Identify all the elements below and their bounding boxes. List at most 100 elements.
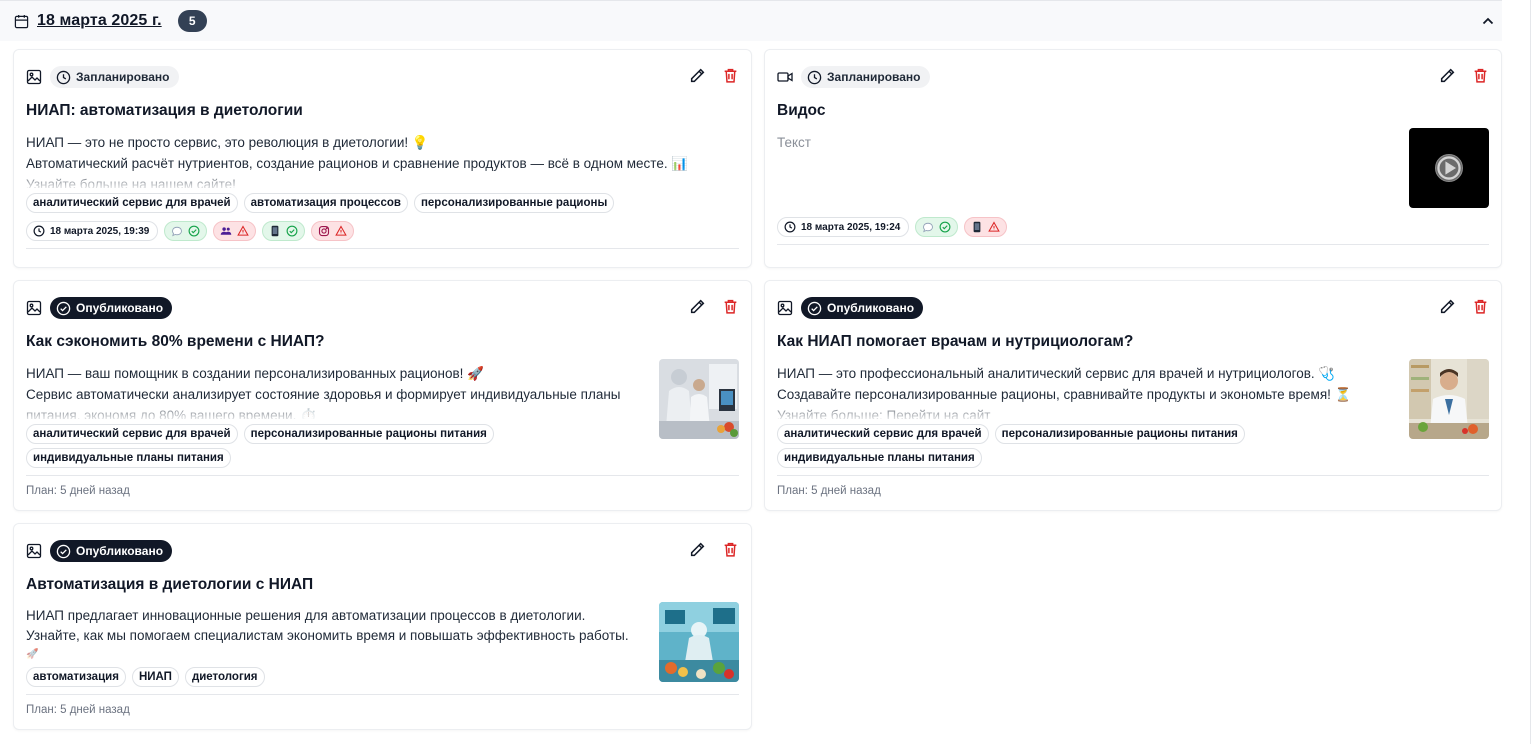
tag: автоматизация <box>26 667 126 687</box>
trash-icon <box>1474 299 1487 314</box>
post-card[interactable]: Опубликовано Как сэкономить 80% времени … <box>13 280 752 511</box>
check-circle-icon <box>188 225 200 237</box>
divider <box>26 694 739 695</box>
users-icon <box>221 227 232 235</box>
pencil-icon <box>690 542 705 557</box>
image-icon <box>26 543 42 559</box>
delete-button[interactable] <box>1472 67 1489 84</box>
delete-button[interactable] <box>722 67 739 84</box>
doctor-photo <box>1409 359 1489 439</box>
post-card[interactable]: Опубликовано Автоматизация в диетологии … <box>13 523 752 730</box>
clock-icon <box>56 70 71 84</box>
chat-icon <box>172 226 183 237</box>
delete-button[interactable] <box>722 541 739 558</box>
tag: персонализированные рационы питания <box>994 424 1245 444</box>
phone-icon <box>271 225 279 237</box>
network-status-instagram[interactable] <box>311 221 355 241</box>
clock-icon <box>784 221 796 233</box>
play-button[interactable] <box>1435 154 1463 182</box>
tag: диетология <box>184 667 265 687</box>
image-icon <box>26 300 42 316</box>
divider <box>26 248 739 249</box>
network-status-phone[interactable] <box>964 217 1008 237</box>
pencil-icon <box>1440 68 1455 83</box>
edit-button[interactable] <box>1439 67 1456 84</box>
image-icon <box>777 300 793 316</box>
tag: автоматизация процессов <box>243 193 408 213</box>
delete-button[interactable] <box>722 298 739 315</box>
status-badge: Опубликовано <box>801 297 924 319</box>
post-card[interactable]: Запланировано НИАП: автоматизация в диет… <box>13 49 752 268</box>
trash-icon <box>724 542 737 557</box>
post-title: НИАП: автоматизация в диетологии <box>26 102 303 119</box>
pencil-icon <box>690 299 705 314</box>
status-label: Опубликовано <box>76 544 164 558</box>
post-text: НИАП — ваш помощник в создании персонали… <box>26 366 621 419</box>
edit-button[interactable] <box>689 298 706 315</box>
trash-icon <box>724 68 737 83</box>
chevron-up-icon[interactable] <box>1480 13 1496 29</box>
post-title: Как НИАП помогает врачам и нутрициологам… <box>777 333 1134 350</box>
tag: персонализированные рационы питания <box>243 424 494 444</box>
status-badge: Запланировано <box>801 66 930 88</box>
date-group-header[interactable]: 18 марта 2025 г. 5 <box>0 0 1502 41</box>
network-status-chat[interactable] <box>164 221 208 241</box>
post-count-badge: 5 <box>177 10 207 32</box>
warning-icon <box>335 225 348 236</box>
post-title: Автоматизация в диетологии с НИАП <box>26 576 314 593</box>
tag: аналитический сервис для врачей <box>26 424 238 444</box>
check-circle-icon <box>807 301 822 315</box>
divider <box>777 244 1489 245</box>
automation-photo <box>659 602 739 682</box>
post-card[interactable]: Опубликовано Как НИАП помогает врачам и … <box>764 280 1502 511</box>
pencil-icon <box>690 68 705 83</box>
post-card[interactable]: Запланировано Видос Текст 18 марта 2025,… <box>764 49 1502 268</box>
scheduled-time: 18 марта 2025, 19:39 <box>26 221 159 241</box>
post-title: Видос <box>777 102 826 119</box>
image-icon <box>26 69 42 85</box>
post-text-placeholder: Текст <box>777 135 811 150</box>
lab-photo <box>659 359 739 439</box>
divider <box>777 475 1489 476</box>
plan-info: План: 5 дней назад <box>777 485 881 497</box>
trash-icon <box>724 299 737 314</box>
tag: персонализированные рационы <box>413 193 615 213</box>
video-icon <box>777 72 793 82</box>
network-status-phone[interactable] <box>262 221 306 241</box>
post-image[interactable] <box>1409 359 1489 439</box>
trash-icon <box>1474 68 1487 83</box>
status-label: Опубликовано <box>76 301 164 315</box>
delete-button[interactable] <box>1472 298 1489 315</box>
status-label: Запланировано <box>827 70 921 84</box>
status-badge: Опубликовано <box>50 297 173 319</box>
group-date-link[interactable]: 18 марта 2025 г. <box>37 12 162 30</box>
clock-icon <box>807 70 822 84</box>
instagram-icon <box>319 225 330 237</box>
edit-button[interactable] <box>689 541 706 558</box>
plan-info: План: 5 дней назад <box>26 704 130 716</box>
phone-icon <box>973 221 981 233</box>
check-circle-icon <box>56 301 71 315</box>
edit-button[interactable] <box>1439 298 1456 315</box>
clock-icon <box>33 225 45 237</box>
post-image[interactable] <box>659 359 739 439</box>
chat-icon <box>923 222 934 233</box>
post-image[interactable] <box>659 602 739 682</box>
tag: индивидуальные планы питания <box>777 448 982 468</box>
post-text: НИАП — это профессиональный аналитически… <box>777 366 1352 419</box>
check-circle-icon <box>939 221 951 233</box>
status-label: Запланировано <box>76 70 170 84</box>
status-badge: Запланировано <box>50 66 179 88</box>
warning-icon <box>988 221 1001 232</box>
scrollbar[interactable] <box>1527 0 1535 744</box>
tag: аналитический сервис для врачей <box>777 424 989 444</box>
edit-button[interactable] <box>689 67 706 84</box>
video-preview[interactable] <box>1409 128 1489 208</box>
check-circle-icon <box>286 225 298 237</box>
post-text: НИАП предлагает инновационные решения дл… <box>26 608 629 660</box>
network-status-community[interactable] <box>213 221 257 241</box>
warning-icon <box>237 225 250 236</box>
scheduled-time: 18 марта 2025, 19:24 <box>777 217 910 237</box>
network-status-chat[interactable] <box>915 217 959 237</box>
tag: индивидуальные планы питания <box>26 448 231 468</box>
